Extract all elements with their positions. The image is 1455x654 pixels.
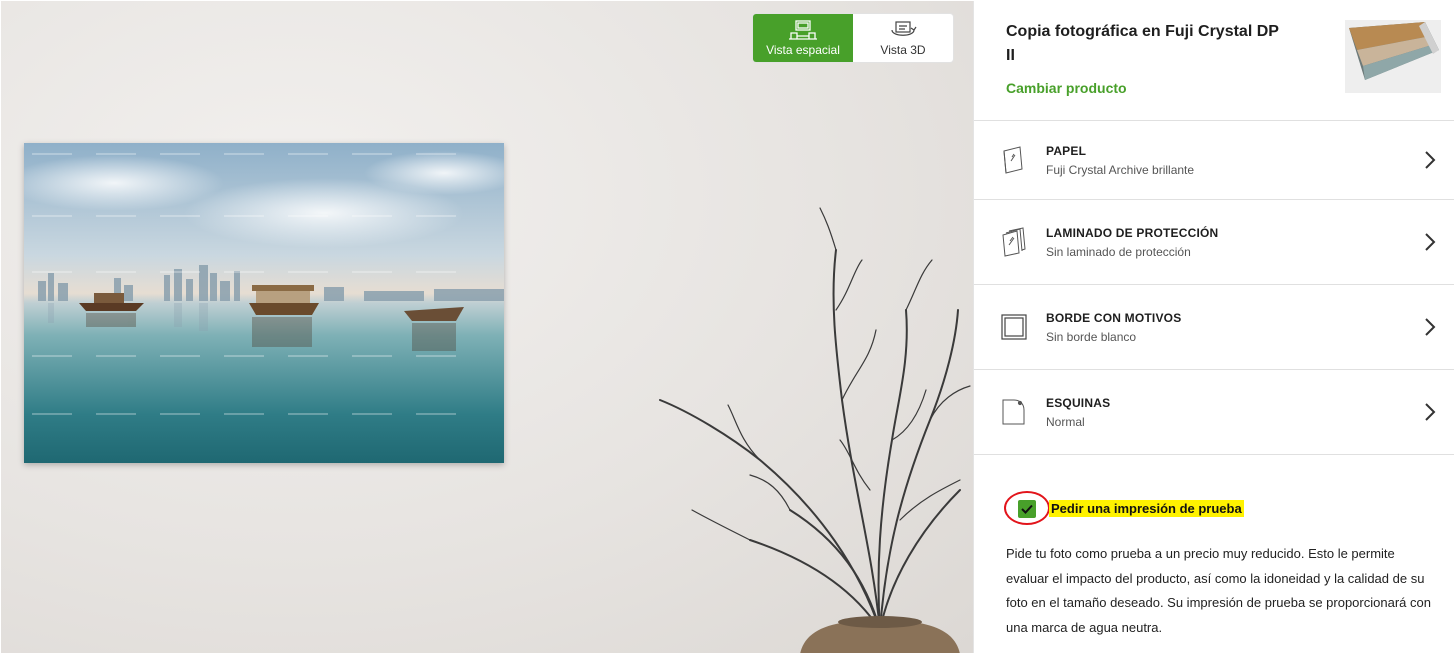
option-label: LAMINADO DE PROTECCIÓN [1046, 225, 1219, 240]
option-label: BORDE CON MOTIVOS [1046, 310, 1182, 325]
photo-print-preview [24, 143, 504, 463]
product-title: Copia fotográfica en Fuji Crystal DP II [1006, 23, 1279, 64]
product-thumbnail [1345, 20, 1441, 93]
chevron-right-icon [1425, 403, 1436, 421]
product-config-panel: Copia fotográfica en Fuji Crystal DP II … [973, 0, 1455, 654]
option-row-border[interactable]: BORDE CON MOTIVOS Sin borde blanco [974, 285, 1455, 370]
room-preview: Vista espacial Vista 3D [0, 0, 973, 654]
test-print-label[interactable]: Pedir una impresión de prueba [1049, 500, 1244, 517]
option-value: Sin laminado de protección [1046, 244, 1191, 259]
option-value: Fuji Crystal Archive brillante [1046, 162, 1195, 177]
checkmark-icon [1021, 504, 1033, 514]
3d-rotate-icon [891, 20, 917, 36]
corners-icon [1002, 399, 1025, 425]
room-view-icon [789, 19, 817, 40]
3d-view-label: Vista 3D [880, 42, 926, 57]
border-icon [1001, 314, 1027, 340]
option-row-corners[interactable]: ESQUINAS Normal [974, 370, 1455, 455]
change-product-link[interactable]: Cambiar producto [1006, 80, 1127, 96]
chevron-right-icon [1425, 233, 1436, 251]
chevron-right-icon [1425, 318, 1436, 336]
option-value: Normal [1046, 414, 1085, 429]
test-print-checkbox[interactable] [1018, 500, 1036, 518]
view-mode-toggle: Vista espacial Vista 3D [753, 14, 953, 62]
option-row-laminate[interactable]: LAMINADO DE PROTECCIÓN Sin laminado de p… [974, 200, 1455, 285]
option-label: ESQUINAS [1046, 395, 1111, 410]
option-row-paper[interactable]: PAPEL Fuji Crystal Archive brillante [974, 121, 1455, 200]
product-header: Copia fotográfica en Fuji Crystal DP II … [974, 0, 1455, 121]
option-value: Sin borde blanco [1046, 329, 1137, 344]
chevron-right-icon [1425, 151, 1436, 169]
paper-icon [1003, 146, 1023, 174]
spatial-view-button[interactable]: Vista espacial [753, 14, 853, 62]
decorative-vase-branches [659, 207, 971, 654]
3d-view-button[interactable]: Vista 3D [853, 14, 953, 62]
test-print-description: Pide tu foto como prueba a un precio muy… [1006, 546, 1431, 635]
option-label: PAPEL [1046, 143, 1087, 158]
harbor-photo [24, 143, 504, 463]
spatial-view-label: Vista espacial [766, 42, 840, 57]
laminate-icon [1002, 227, 1026, 257]
